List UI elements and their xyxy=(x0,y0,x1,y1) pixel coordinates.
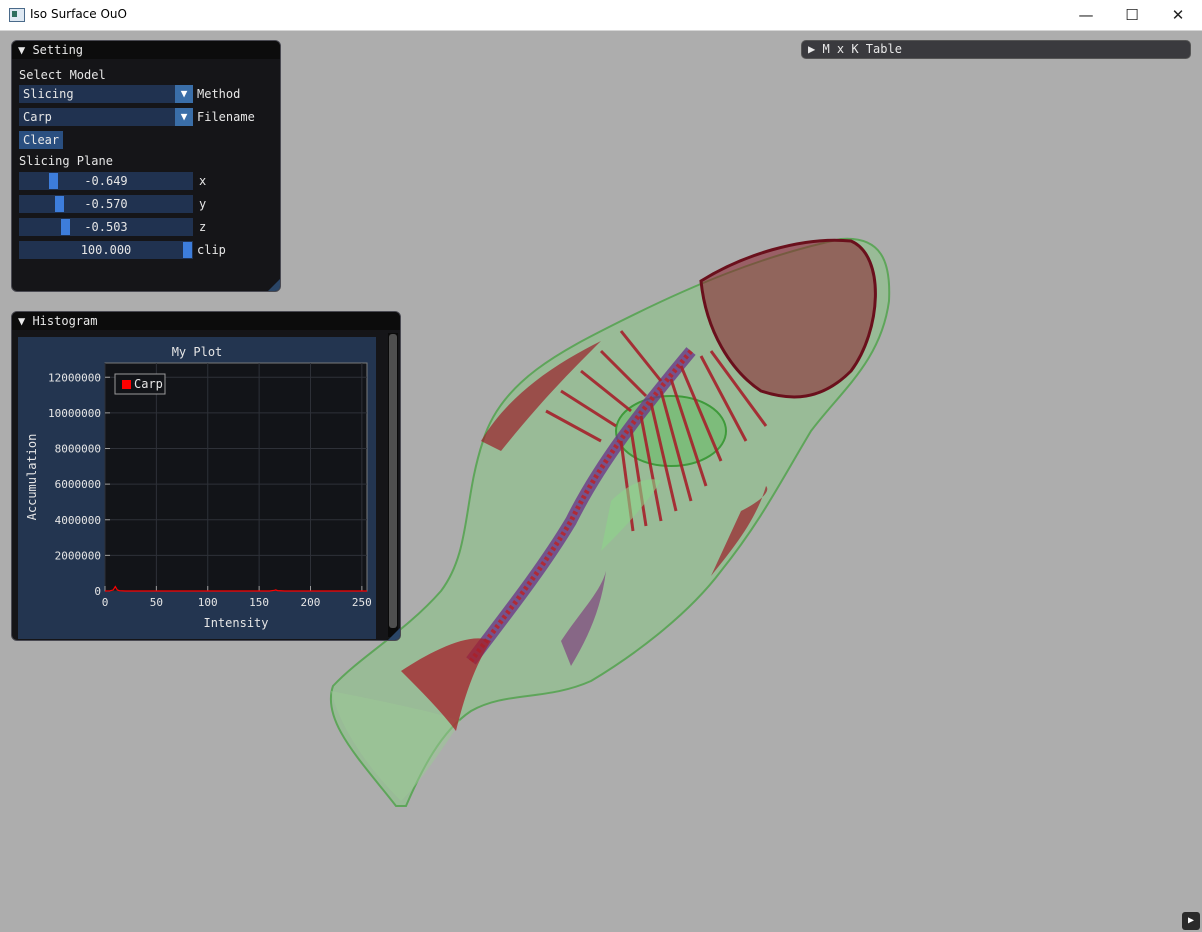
window-title: Iso Surface OuO xyxy=(30,7,127,21)
resize-grip[interactable] xyxy=(268,279,280,291)
slider-label-clip: clip xyxy=(197,243,226,257)
slider-value: -0.649 xyxy=(84,174,128,188)
histogram-panel: ▼ Histogram My Plot 0 50 100 150 200 250 0 2000… xyxy=(11,311,401,641)
x-tick-label: 100 xyxy=(198,596,218,609)
x-axis-label: Intensity xyxy=(203,616,268,630)
legend-entry: Carp xyxy=(134,377,163,391)
y-tick-label: 12000000 xyxy=(48,371,101,384)
y-tick-label: 2000000 xyxy=(55,549,101,562)
close-button[interactable]: ✕ xyxy=(1155,0,1201,31)
plot-legend[interactable]: Carp xyxy=(114,373,166,395)
filename-value: Carp xyxy=(23,110,52,124)
app-icon xyxy=(9,8,25,22)
clear-button[interactable]: Clear xyxy=(19,131,64,149)
window-titlebar: Iso Surface OuO — ☐ ✕ xyxy=(0,0,1202,31)
x-tick-label: 250 xyxy=(352,596,372,609)
slider-y[interactable]: -0.570 xyxy=(19,195,193,213)
y-tick-label: 8000000 xyxy=(55,443,101,456)
y-axis-label: Accumulation xyxy=(25,434,39,521)
y-tick-label: 0 xyxy=(94,585,101,598)
resize-grip[interactable] xyxy=(388,628,400,640)
setting-panel: ▼ Setting Select Model Slicing ▼ Method … xyxy=(11,40,281,292)
slider-grab[interactable] xyxy=(183,242,192,258)
y-tick-label: 10000000 xyxy=(48,407,101,420)
legend-swatch xyxy=(122,380,131,389)
slider-grab[interactable] xyxy=(48,173,58,189)
corner-play-button[interactable]: ▶ xyxy=(1182,912,1200,930)
chevron-down-icon[interactable]: ▼ xyxy=(175,108,193,126)
maximize-button[interactable]: ☐ xyxy=(1109,0,1155,31)
slider-label-x: x xyxy=(199,174,207,188)
filename-combo[interactable]: Carp ▼ xyxy=(19,108,193,126)
plot-area xyxy=(104,362,368,592)
minimize-button[interactable]: — xyxy=(1063,0,1109,31)
slider-value: 100.000 xyxy=(80,243,132,257)
slider-grab[interactable] xyxy=(55,196,65,212)
mk-table-header[interactable]: ▶ M x K Table xyxy=(801,40,1191,59)
histogram-plot[interactable]: My Plot 0 50 100 150 200 250 0 2000000 4000000 60… xyxy=(18,337,376,639)
slider-grab[interactable] xyxy=(60,219,70,235)
x-tick-label: 0 xyxy=(102,596,109,609)
setting-header[interactable]: ▼ Setting xyxy=(12,41,280,59)
slider-value: -0.503 xyxy=(84,220,128,234)
x-tick-label: 50 xyxy=(150,596,163,609)
method-value: Slicing xyxy=(23,87,74,101)
y-tick-label: 6000000 xyxy=(55,478,101,491)
slider-value: -0.570 xyxy=(84,197,128,211)
plot-title: My Plot xyxy=(172,345,223,359)
slider-clip[interactable]: 100.000 xyxy=(19,241,193,259)
slider-z[interactable]: -0.503 xyxy=(19,218,193,236)
filename-label: Filename xyxy=(197,110,255,124)
slider-label-z: z xyxy=(199,220,207,234)
slider-label-y: y xyxy=(199,197,207,211)
scrollbar-thumb[interactable] xyxy=(389,334,397,628)
method-label: Method xyxy=(197,87,241,101)
slicing-plane-label: Slicing Plane xyxy=(19,154,113,168)
x-tick-label: 150 xyxy=(249,596,269,609)
y-tick-label: 4000000 xyxy=(55,514,101,527)
histogram-body: My Plot 0 50 100 150 200 250 0 2000000 4000000 60… xyxy=(12,330,400,640)
select-model-label: Select Model xyxy=(19,68,106,82)
method-combo[interactable]: Slicing ▼ xyxy=(19,85,193,103)
slider-x[interactable]: -0.649 xyxy=(19,172,193,190)
x-tick-label: 200 xyxy=(301,596,321,609)
histogram-header[interactable]: ▼ Histogram xyxy=(12,312,400,330)
chevron-down-icon[interactable]: ▼ xyxy=(175,85,193,103)
